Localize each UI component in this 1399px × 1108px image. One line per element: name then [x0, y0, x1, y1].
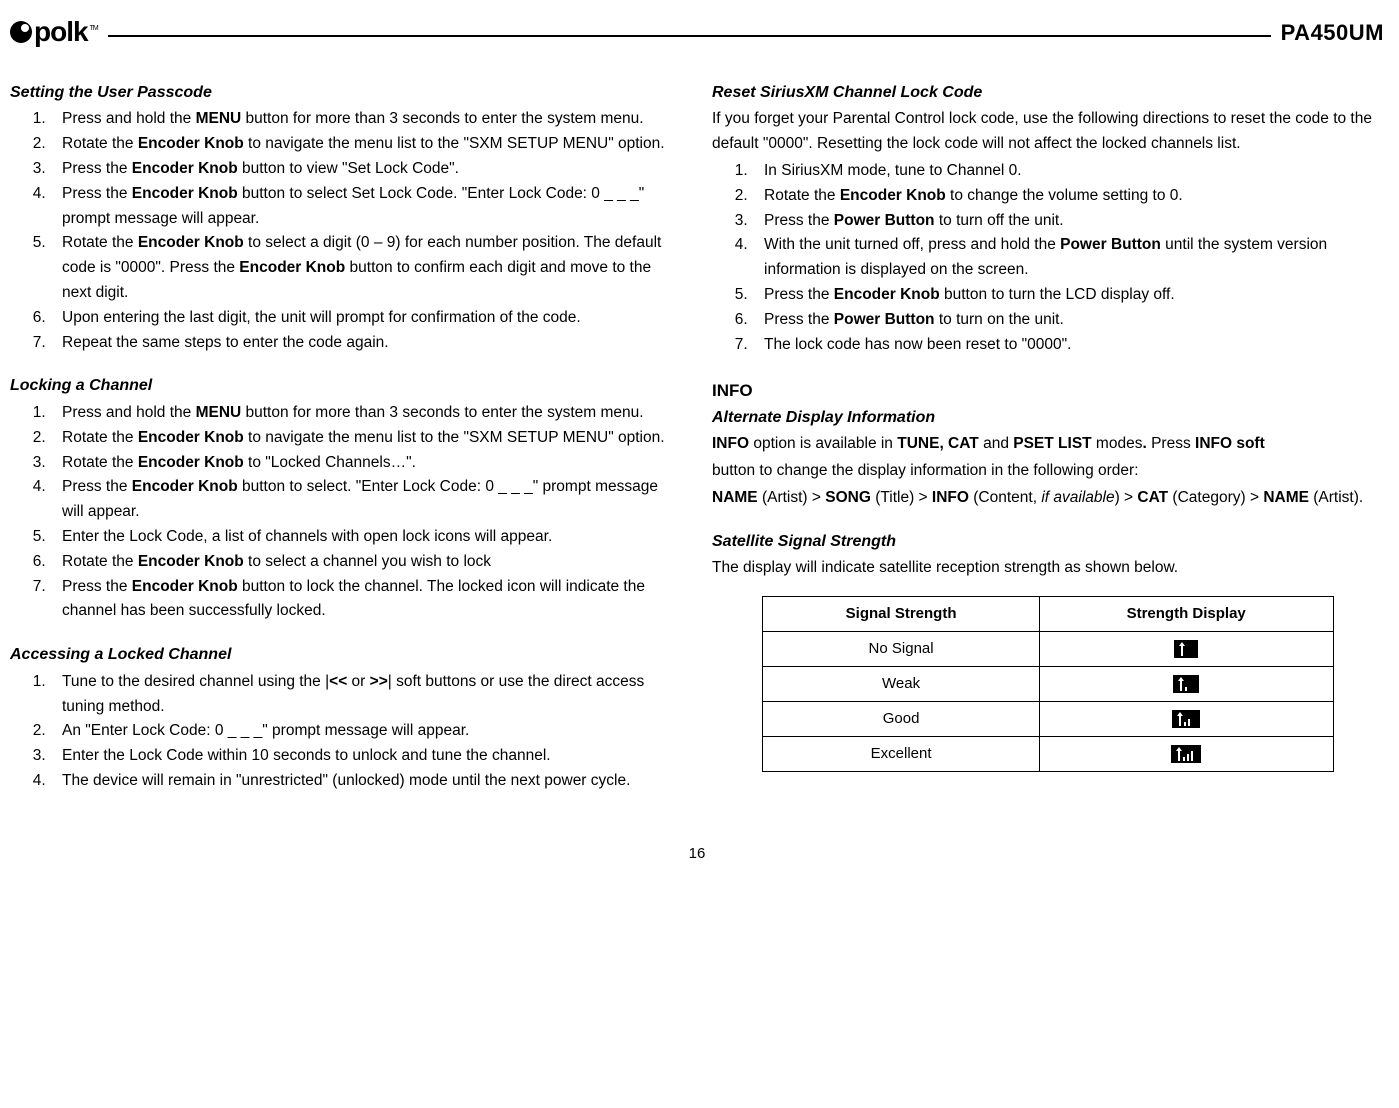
brand-text: polk — [34, 10, 88, 55]
right-column: Reset SiriusXM Channel Lock Code If you … — [712, 80, 1384, 812]
list-item: Tune to the desired channel using the |<… — [50, 670, 682, 720]
table-header-row: Signal Strength Strength Display — [763, 596, 1333, 631]
alt-display-sequence: NAME (Artist) > SONG (Title) > INFO (Con… — [712, 486, 1384, 511]
table-row: Weak — [763, 666, 1333, 701]
info-heading: INFO — [712, 377, 1384, 404]
signal-weak-icon — [1173, 675, 1199, 693]
reset-section: Reset SiriusXM Channel Lock Code If you … — [712, 80, 1384, 358]
list-item: Upon entering the last digit, the unit w… — [50, 306, 682, 331]
page-number: 16 — [10, 842, 1384, 866]
signal-label: No Signal — [763, 631, 1039, 666]
header-rule — [108, 35, 1271, 37]
signal-table-wrap: Signal Strength Strength Display No Sign… — [712, 596, 1384, 772]
list-item: In SiriusXM mode, tune to Channel 0. — [752, 159, 1384, 184]
signal-strength-table: Signal Strength Strength Display No Sign… — [762, 596, 1333, 772]
signal-label: Weak — [763, 666, 1039, 701]
list-item: The device will remain in "unrestricted"… — [50, 769, 682, 794]
table-row: No Signal — [763, 631, 1333, 666]
access-section: Accessing a Locked Channel Tune to the d… — [10, 642, 682, 794]
reset-title: Reset SiriusXM Channel Lock Code — [712, 80, 1384, 106]
table-row: Excellent — [763, 736, 1333, 771]
list-item: Rotate the Encoder Knob to select a digi… — [50, 231, 682, 305]
list-item: An "Enter Lock Code: 0 _ _ _" prompt mes… — [50, 719, 682, 744]
reset-intro: If you forget your Parental Control lock… — [712, 107, 1384, 157]
list-item: Press the Encoder Knob button to select.… — [50, 475, 682, 525]
content-columns: Setting the User Passcode Press and hold… — [10, 80, 1384, 812]
passcode-title: Setting the User Passcode — [10, 80, 682, 106]
logo-icon — [10, 21, 32, 43]
locking-title: Locking a Channel — [10, 373, 682, 399]
brand-logo: polk TM — [10, 10, 98, 55]
access-title: Accessing a Locked Channel — [10, 642, 682, 668]
page-header: polk TM PA450UM — [10, 10, 1384, 55]
signal-none-icon — [1174, 640, 1198, 658]
trademark: TM — [90, 23, 98, 34]
list-item: Rotate the Encoder Knob to navigate the … — [50, 426, 682, 451]
satellite-section: Satellite Signal Strength The display wi… — [712, 529, 1384, 772]
list-item: Enter the Lock Code within 10 seconds to… — [50, 744, 682, 769]
list-item: The lock code has now been reset to "000… — [752, 333, 1384, 358]
left-column: Setting the User Passcode Press and hold… — [10, 80, 682, 812]
table-row: Good — [763, 701, 1333, 736]
list-item: With the unit turned off, press and hold… — [752, 233, 1384, 283]
signal-good-icon — [1172, 710, 1200, 728]
list-item: Enter the Lock Code, a list of channels … — [50, 525, 682, 550]
list-item: Repeat the same steps to enter the code … — [50, 331, 682, 356]
signal-icon-cell — [1039, 631, 1333, 666]
reset-list: In SiriusXM mode, tune to Channel 0. Rot… — [712, 159, 1384, 357]
list-item: Press the Power Button to turn on the un… — [752, 308, 1384, 333]
locking-list: Press and hold the MENU button for more … — [10, 401, 682, 624]
list-item: Press the Encoder Knob button to turn th… — [752, 283, 1384, 308]
alt-display-text-2: button to change the display information… — [712, 459, 1384, 484]
satellite-intro: The display will indicate satellite rece… — [712, 556, 1384, 581]
col-header-display: Strength Display — [1039, 596, 1333, 631]
list-item: Press the Encoder Knob button to select … — [50, 182, 682, 232]
alt-display-title: Alternate Display Information — [712, 405, 1384, 431]
list-item: Press the Power Button to turn off the u… — [752, 209, 1384, 234]
alt-display-section: Alternate Display Information INFO optio… — [712, 405, 1384, 511]
passcode-section: Setting the User Passcode Press and hold… — [10, 80, 682, 356]
locking-section: Locking a Channel Press and hold the MEN… — [10, 373, 682, 624]
model-number: PA450UM — [1281, 15, 1384, 50]
list-item: Press the Encoder Knob button to view "S… — [50, 157, 682, 182]
list-item: Press and hold the MENU button for more … — [50, 401, 682, 426]
signal-excellent-icon — [1171, 745, 1201, 763]
satellite-title: Satellite Signal Strength — [712, 529, 1384, 555]
list-item: Rotate the Encoder Knob to select a chan… — [50, 550, 682, 575]
list-item: Press the Encoder Knob button to lock th… — [50, 575, 682, 625]
list-item: Rotate the Encoder Knob to change the vo… — [752, 184, 1384, 209]
signal-label: Excellent — [763, 736, 1039, 771]
signal-icon-cell — [1039, 666, 1333, 701]
signal-icon-cell — [1039, 736, 1333, 771]
access-list: Tune to the desired channel using the |<… — [10, 670, 682, 794]
list-item: Rotate the Encoder Knob to "Locked Chann… — [50, 451, 682, 476]
signal-label: Good — [763, 701, 1039, 736]
list-item: Press and hold the MENU button for more … — [50, 107, 682, 132]
passcode-list: Press and hold the MENU button for more … — [10, 107, 682, 355]
list-item: Rotate the Encoder Knob to navigate the … — [50, 132, 682, 157]
col-header-strength: Signal Strength — [763, 596, 1039, 631]
alt-display-text: INFO option is available in TUNE, CAT an… — [712, 432, 1384, 457]
signal-icon-cell — [1039, 701, 1333, 736]
